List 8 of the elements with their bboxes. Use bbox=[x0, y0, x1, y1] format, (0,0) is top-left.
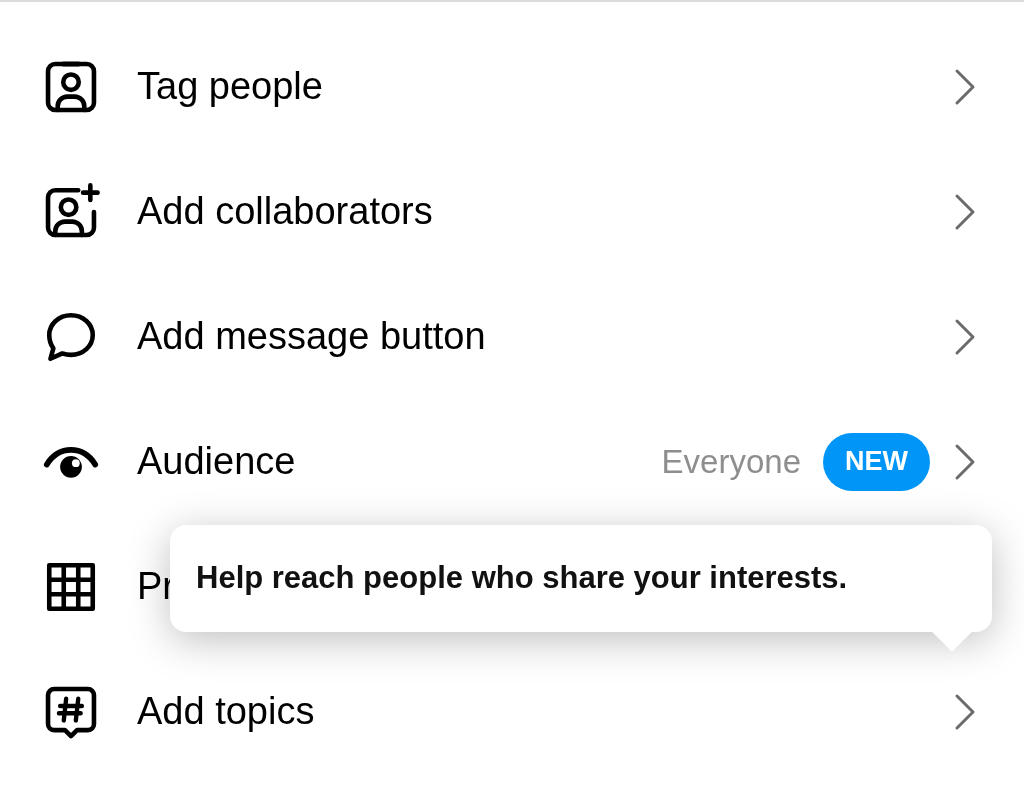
tooltip-text: Help reach people who share your interests. bbox=[196, 559, 848, 598]
new-badge: NEW bbox=[823, 432, 930, 491]
row-label[interactable]: Tag people bbox=[137, 58, 323, 115]
row-label[interactable]: Add topics bbox=[137, 683, 315, 740]
row-label[interactable]: Audience bbox=[137, 433, 296, 490]
row-label[interactable]: Add collaborators bbox=[137, 183, 433, 240]
row-label[interactable]: Add message button bbox=[137, 308, 486, 365]
row-value: Everyone bbox=[661, 441, 801, 482]
